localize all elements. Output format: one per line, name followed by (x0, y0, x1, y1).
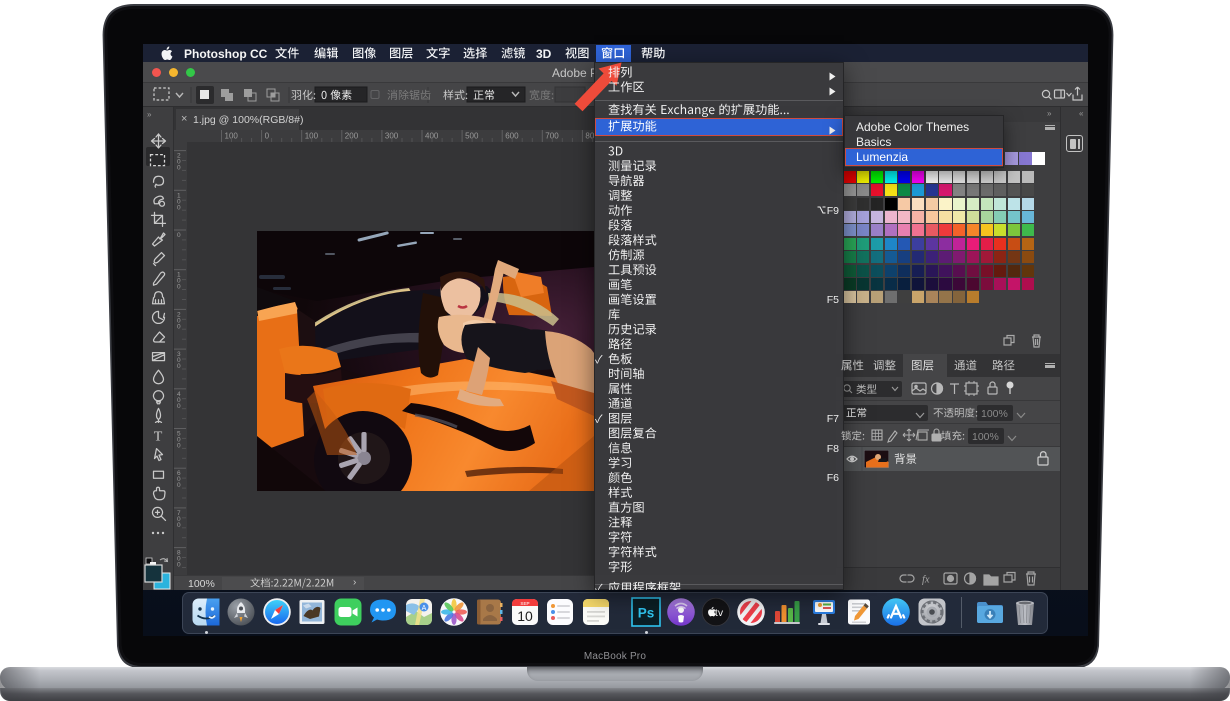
svg-text:0: 0 (177, 363, 181, 370)
svg-text:Ps: Ps (638, 606, 655, 621)
svg-text:T: T (154, 430, 163, 445)
svg-text:fx: fx (922, 575, 930, 586)
svg-text:10: 10 (517, 608, 533, 624)
svg-text:0: 0 (177, 232, 181, 239)
svg-text:0: 0 (177, 403, 181, 410)
svg-text:SEP: SEP (520, 601, 529, 606)
svg-text:0: 0 (177, 562, 181, 569)
svg-text:0: 0 (177, 204, 181, 211)
svg-text:0: 0 (177, 522, 181, 529)
svg-text:0: 0 (177, 165, 181, 172)
svg-text:0: 0 (177, 443, 181, 450)
svg-text:tv: tv (714, 607, 723, 619)
svg-text:0: 0 (177, 284, 181, 291)
svg-text:0: 0 (177, 482, 181, 489)
svg-text:A: A (421, 605, 426, 612)
svg-text:0: 0 (177, 323, 181, 330)
svg-text:0: 0 (265, 132, 270, 141)
